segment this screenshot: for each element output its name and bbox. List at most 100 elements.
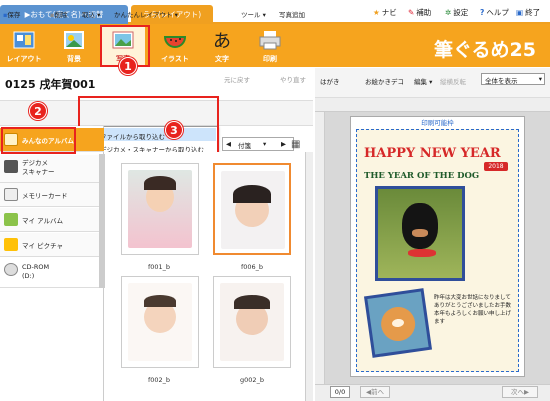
background-icon bbox=[64, 31, 84, 49]
photo-thumb-f001[interactable] bbox=[121, 163, 199, 255]
ribbon-background-button[interactable]: 背景 bbox=[52, 26, 96, 66]
sidebar-item-label: CD-ROM (D:) bbox=[22, 263, 50, 280]
photo-thumb-f002[interactable] bbox=[121, 276, 199, 368]
ribbon-illust-label: イラスト bbox=[161, 55, 189, 63]
callout-box-album bbox=[1, 127, 76, 154]
chevron-down-icon: ▾ bbox=[174, 11, 178, 19]
layout-icon bbox=[13, 31, 35, 49]
happy-new-year-title: HAPPY NEW YEAR bbox=[364, 146, 501, 161]
star-icon: ★ bbox=[373, 8, 380, 17]
menu-navi[interactable]: ★ ナビ bbox=[373, 7, 397, 18]
sidebar-item-camera[interactable]: デジカメ スキャナー bbox=[0, 155, 104, 183]
ribbon-text-button[interactable]: あ 文字 bbox=[200, 26, 244, 66]
import-dropdown[interactable]: 取込 ▾ bbox=[82, 9, 100, 19]
sidebar-item-label: マイ アルバム bbox=[22, 217, 64, 225]
menu-help[interactable]: ? ヘルプ bbox=[480, 7, 509, 18]
baby-photo-image bbox=[221, 171, 285, 249]
chevron-left-icon[interactable]: ◀ bbox=[226, 140, 231, 148]
help-icon: ? bbox=[480, 8, 485, 17]
prev-page-button[interactable]: ◀前へ bbox=[360, 386, 390, 398]
sidebar-scrollbar[interactable] bbox=[99, 154, 105, 288]
watermelon-icon bbox=[163, 36, 187, 48]
photo-caption: f006_b bbox=[240, 263, 264, 271]
menu-help-label: ヘルプ bbox=[486, 8, 509, 17]
document-title: 0125 戌年賀001 bbox=[5, 78, 96, 91]
vertical-flip-button[interactable]: 縦横反転 bbox=[440, 76, 466, 86]
redo-button[interactable]: やり直す bbox=[280, 74, 306, 84]
chevron-right-icon[interactable]: ▶ bbox=[281, 140, 286, 148]
ribbon-layout-button[interactable]: レイアウト bbox=[2, 26, 46, 66]
callout-badge-3: 3 bbox=[165, 121, 183, 139]
menu-exit-label: 終了 bbox=[525, 8, 541, 17]
sidebar-item-my-pictures[interactable]: マイ ピクチャ bbox=[0, 233, 104, 257]
undo-button[interactable]: 元に戻す bbox=[224, 74, 250, 84]
ruler bbox=[315, 98, 550, 112]
photo-thumb-f006[interactable] bbox=[213, 163, 291, 255]
zoom-select-value: 全体を表示 bbox=[485, 77, 518, 85]
greeting-message: 昨年は大変お世話になりましてありがとうございましたお手数本年もよろしくお願い申し… bbox=[434, 295, 512, 325]
photo-thumb-g002[interactable] bbox=[213, 276, 291, 368]
import-label: 取込 bbox=[82, 11, 95, 19]
memory-card-icon bbox=[4, 188, 18, 201]
ribbon-text-label: 文字 bbox=[215, 55, 229, 63]
printer-icon bbox=[259, 31, 281, 50]
year-badge: 2018 bbox=[484, 162, 508, 171]
svg-text:あ: あ bbox=[213, 31, 231, 51]
my-album-icon bbox=[4, 213, 18, 226]
delete-button[interactable]: ▪削除 bbox=[50, 9, 67, 19]
sidebar-item-label: メモリーカード bbox=[22, 192, 68, 200]
hagaki-label[interactable]: はがき bbox=[320, 76, 340, 86]
easy-layout-dropdown[interactable]: かんたんレイアウト ▾ bbox=[114, 9, 178, 19]
chevron-down-icon[interactable]: ▾ bbox=[263, 140, 266, 148]
callout-badge-2: 2 bbox=[29, 102, 47, 120]
baby-photo-image bbox=[220, 283, 284, 361]
cd-icon bbox=[4, 263, 18, 276]
easy-layout-label: かんたんレイアウト bbox=[114, 11, 173, 19]
dog-photo-frame-1[interactable] bbox=[375, 186, 465, 281]
grid-scrollbar[interactable] bbox=[305, 152, 313, 401]
sidebar-item-memory-card[interactable]: メモリーカード bbox=[0, 183, 104, 207]
menu-hojo-label: 補助 bbox=[416, 8, 432, 17]
photo-caption: f001_b bbox=[147, 263, 171, 271]
ribbon-background-label: 背景 bbox=[67, 55, 81, 63]
chevron-down-icon: ▾ bbox=[262, 11, 266, 19]
next-page-label: 次へ bbox=[511, 388, 524, 396]
filter-bar: ◀ 付箋 ▾ ▶ bbox=[222, 137, 294, 151]
vertical-ruler bbox=[315, 112, 325, 384]
sidebar-item-cdrom[interactable]: CD-ROM (D:) bbox=[0, 258, 104, 288]
ribbon-print-button[interactable]: 印刷 bbox=[248, 26, 292, 66]
app-logo: 筆ぐるめ25 bbox=[433, 39, 536, 61]
baby-photo-image bbox=[128, 170, 192, 248]
pomeranian-photo bbox=[367, 291, 429, 355]
decor-button[interactable]: お絵かきデコ bbox=[365, 76, 404, 86]
grid-view-icon[interactable]: ▦ bbox=[291, 139, 300, 150]
text-icon: あ bbox=[213, 31, 231, 51]
photo-caption: f002_b bbox=[147, 376, 171, 384]
ribbon-print-label: 印刷 bbox=[263, 55, 277, 63]
edit-dropdown[interactable]: 編集 ▾ bbox=[414, 76, 432, 86]
dog-photo-frame-2[interactable] bbox=[363, 288, 433, 358]
sidebar-item-my-album[interactable]: マイ アルバム bbox=[0, 208, 104, 232]
ribbon-illust-button[interactable]: イラスト bbox=[153, 26, 197, 66]
year-of-dog-subtitle: THE YEAR OF THE DOG bbox=[364, 171, 480, 181]
prev-page-label: 前へ bbox=[371, 388, 384, 396]
menu-settei-label: 設定 bbox=[453, 8, 469, 17]
camera-icon bbox=[4, 160, 18, 173]
menu-navi-label: ナビ bbox=[381, 8, 397, 17]
baby-photo-image bbox=[128, 283, 192, 361]
save-button[interactable]: ▪保存 bbox=[3, 9, 20, 19]
menu-exit[interactable]: ▣ 終了 bbox=[516, 7, 540, 18]
chihuahua-photo bbox=[378, 189, 462, 278]
sidebar-item-label: マイ ピクチャ bbox=[22, 242, 64, 250]
zoom-select[interactable]: 全体を表示 ▾ bbox=[481, 73, 545, 85]
add-photo-button[interactable]: 写真追加 bbox=[279, 9, 305, 19]
sidebar-item-label: デジカメ スキャナー bbox=[22, 159, 55, 176]
menu-settei[interactable]: ✲ 設定 bbox=[445, 7, 468, 18]
tools-dropdown[interactable]: ツール ▾ bbox=[241, 9, 266, 19]
exit-icon: ▣ bbox=[516, 8, 524, 17]
save-label: 保存 bbox=[7, 11, 21, 19]
folder-icon bbox=[4, 238, 18, 251]
menu-hojo[interactable]: ✎ 補助 bbox=[408, 7, 431, 18]
next-page-button[interactable]: 次へ▶ bbox=[502, 386, 538, 398]
filter-select[interactable]: 付箋 bbox=[238, 140, 251, 150]
